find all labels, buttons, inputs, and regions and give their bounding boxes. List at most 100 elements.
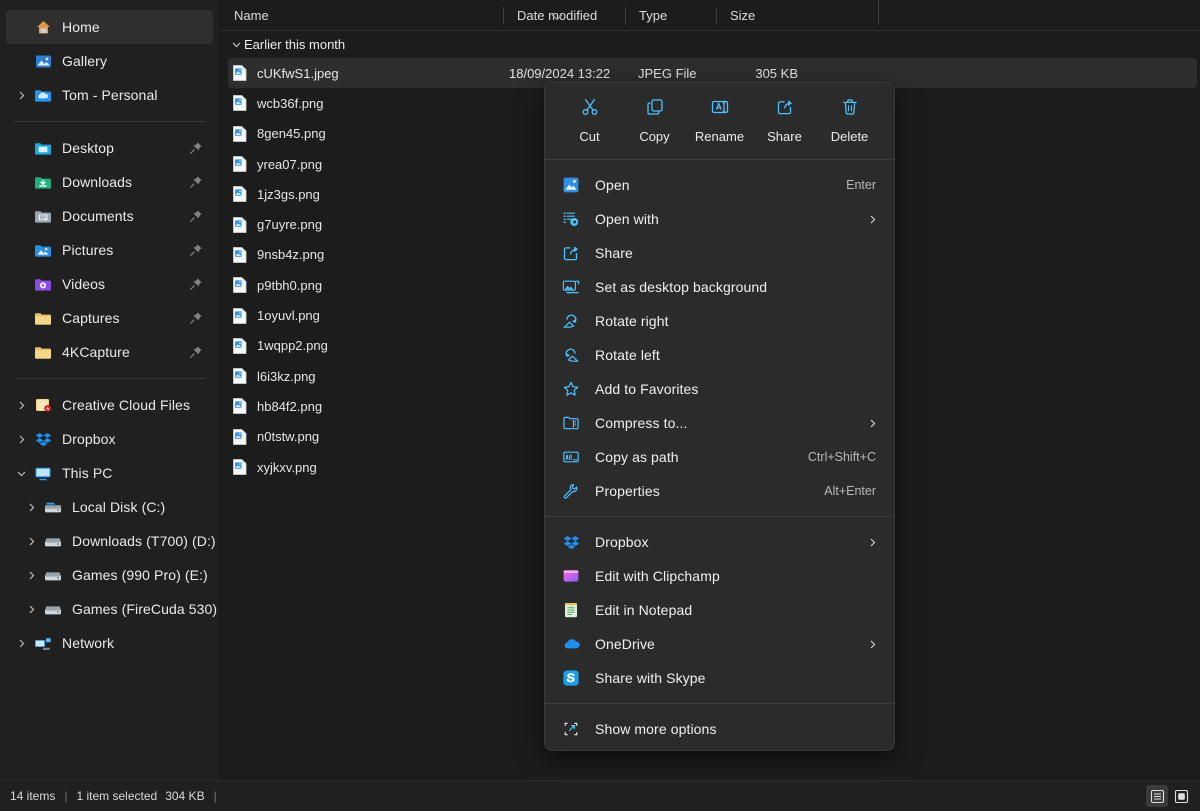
- menu-item-rotate-left[interactable]: Rotate left: [549, 338, 890, 372]
- navigation-pane[interactable]: Home Gallery Tom - Personal Desktop Download…: [0, 0, 220, 780]
- chevron-right-icon[interactable]: [867, 639, 878, 650]
- rename-label: Rename: [694, 129, 745, 144]
- sidebar-item-videos[interactable]: Videos: [6, 267, 213, 301]
- menu-item-open[interactable]: Open Enter: [549, 168, 890, 202]
- rotate-left-icon: [561, 345, 581, 365]
- cut-button[interactable]: Cut: [559, 92, 621, 147]
- open-image-icon: [561, 175, 581, 195]
- sidebar-item-games-990-pro-e[interactable]: Games (990 Pro) (E:): [6, 558, 213, 592]
- menu-item-onedrive[interactable]: OneDrive: [549, 627, 890, 661]
- file-image-icon: [232, 216, 248, 234]
- menu-item-set-as-desktop-background[interactable]: Set as desktop background: [549, 270, 890, 304]
- sidebar-item-local-disk-c[interactable]: Local Disk (C:): [6, 490, 213, 524]
- menu-item-show-more-options[interactable]: Show more options: [549, 712, 890, 746]
- sidebar-item-games-firecuda-530-f[interactable]: Games (FireCuda 530) (F:): [6, 592, 219, 626]
- column-headers[interactable]: Name Date modified Type Size: [220, 0, 1200, 31]
- chevron-right-icon[interactable]: [20, 502, 42, 513]
- column-header-name[interactable]: Name: [220, 8, 503, 30]
- sidebar-item-downloads-t700-d[interactable]: Downloads (T700) (D:): [6, 524, 216, 558]
- context-menu-group-apps[interactable]: Dropbox Edit with Clipchamp Edit in Notepa…: [545, 521, 894, 699]
- sidebar-item-4kcapture[interactable]: 4KCapture: [6, 335, 213, 369]
- menu-item-compress-to[interactable]: Compress to...: [549, 406, 890, 440]
- menu-item-dropbox[interactable]: Dropbox: [549, 525, 890, 559]
- menu-item-edit-in-notepad[interactable]: Edit in Notepad: [549, 593, 890, 627]
- view-mode-buttons[interactable]: [1146, 785, 1192, 807]
- rename-button[interactable]: Rename: [689, 92, 751, 147]
- column-header-date-modified[interactable]: Date modified: [503, 7, 625, 30]
- file-name-label: 1oyuvl.png: [257, 308, 320, 324]
- home-icon: [32, 16, 54, 38]
- menu-item-rotate-right[interactable]: Rotate right: [549, 304, 890, 338]
- copy-button[interactable]: Copy: [624, 92, 686, 147]
- menu-item-properties[interactable]: Properties Alt+Enter: [549, 474, 890, 508]
- details-view-button[interactable]: [1146, 785, 1168, 807]
- chevron-right-icon[interactable]: [20, 570, 42, 581]
- share-button[interactable]: Share: [754, 92, 816, 147]
- group-header-earlier-this-month[interactable]: Earlier this month: [220, 31, 1200, 58]
- sidebar-item-pictures[interactable]: Pictures: [6, 233, 213, 267]
- chevron-right-icon[interactable]: [10, 638, 32, 649]
- pin-icon[interactable]: [189, 277, 203, 291]
- rename-icon: [710, 97, 730, 122]
- sidebar-item-home[interactable]: Home: [6, 10, 213, 44]
- chevron-right-icon[interactable]: [867, 214, 878, 225]
- context-menu-group-main[interactable]: Open Enter Open with Share Set as desktop ba…: [545, 164, 894, 512]
- file-explorer-window: Home Gallery Tom - Personal Desktop Download…: [0, 0, 1200, 811]
- sidebar-item-desktop[interactable]: Desktop: [6, 131, 213, 165]
- file-name-cell: l6i3kz.png: [228, 367, 503, 385]
- chevron-right-icon[interactable]: [20, 536, 42, 547]
- pin-icon[interactable]: [189, 243, 203, 257]
- sidebar-item-captures[interactable]: Captures: [6, 301, 213, 335]
- menu-item-share-with-skype[interactable]: Share with Skype: [549, 661, 890, 695]
- sidebar-item-documents[interactable]: Documents: [6, 199, 213, 233]
- context-menu-group-more[interactable]: Show more options: [545, 708, 894, 750]
- context-menu-toolbar[interactable]: Cut Copy Rename Share Delete: [545, 83, 894, 155]
- column-header-type[interactable]: Type: [625, 7, 716, 30]
- open-with-icon: [561, 209, 581, 229]
- chevron-right-icon[interactable]: [10, 90, 32, 101]
- pin-icon[interactable]: [189, 345, 203, 359]
- column-header-size[interactable]: Size: [716, 7, 807, 30]
- group-header-label: Earlier this month: [244, 37, 346, 52]
- folder-icon: [32, 307, 54, 329]
- sidebar-item-tom-personal[interactable]: Tom - Personal: [6, 78, 213, 112]
- menu-item-copy-as-path[interactable]: Copy as path Ctrl+Shift+C: [549, 440, 890, 474]
- properties-icon: [561, 481, 581, 501]
- pin-icon[interactable]: [189, 209, 203, 223]
- large-icons-view-button[interactable]: [1170, 785, 1192, 807]
- menu-item-open-with[interactable]: Open with: [549, 202, 890, 236]
- chevron-right-icon[interactable]: [867, 418, 878, 429]
- file-image-icon: [232, 428, 248, 446]
- menu-item-edit-with-clipchamp[interactable]: Edit with Clipchamp: [549, 559, 890, 593]
- copy-path-icon: [561, 447, 581, 467]
- delete-label: Delete: [830, 129, 869, 144]
- file-list-pane[interactable]: Name Date modified Type Size Earlier thi…: [220, 0, 1200, 780]
- sidebar-item-dropbox[interactable]: Dropbox: [6, 422, 213, 456]
- chevron-down-icon[interactable]: [10, 468, 32, 479]
- sidebar-item-downloads[interactable]: Downloads: [6, 165, 213, 199]
- column-header-name-label: Name: [234, 8, 269, 23]
- menu-item-label: Share: [595, 245, 633, 261]
- chevron-right-icon[interactable]: [20, 604, 42, 615]
- file-name-cell: n0tstw.png: [228, 428, 503, 446]
- sidebar-item-network[interactable]: Network: [6, 626, 213, 660]
- window-body: Home Gallery Tom - Personal Desktop Download…: [0, 0, 1200, 780]
- sidebar-item-label: Pictures: [62, 242, 114, 258]
- pin-icon[interactable]: [189, 141, 203, 155]
- delete-button[interactable]: Delete: [819, 92, 881, 147]
- sidebar-item-creative-cloud-files[interactable]: Creative Cloud Files: [6, 388, 213, 422]
- system-drive-icon: [42, 496, 64, 518]
- sidebar-item-gallery[interactable]: Gallery: [6, 44, 213, 78]
- sidebar-item-this-pc[interactable]: This PC: [6, 456, 213, 490]
- pin-icon[interactable]: [189, 175, 203, 189]
- menu-item-share[interactable]: Share: [549, 236, 890, 270]
- menu-item-add-to-favorites[interactable]: Add to Favorites: [549, 372, 890, 406]
- pin-icon[interactable]: [189, 311, 203, 325]
- chevron-right-icon[interactable]: [10, 434, 32, 445]
- column-divider[interactable]: [878, 0, 879, 25]
- chevron-right-icon[interactable]: [10, 400, 32, 411]
- chevron-right-icon[interactable]: [867, 537, 878, 548]
- file-name-cell: xyjkxv.png: [228, 458, 503, 476]
- creative-cloud-icon: [32, 394, 54, 416]
- context-menu[interactable]: Cut Copy Rename Share Delete Open Enter Open w…: [544, 82, 895, 751]
